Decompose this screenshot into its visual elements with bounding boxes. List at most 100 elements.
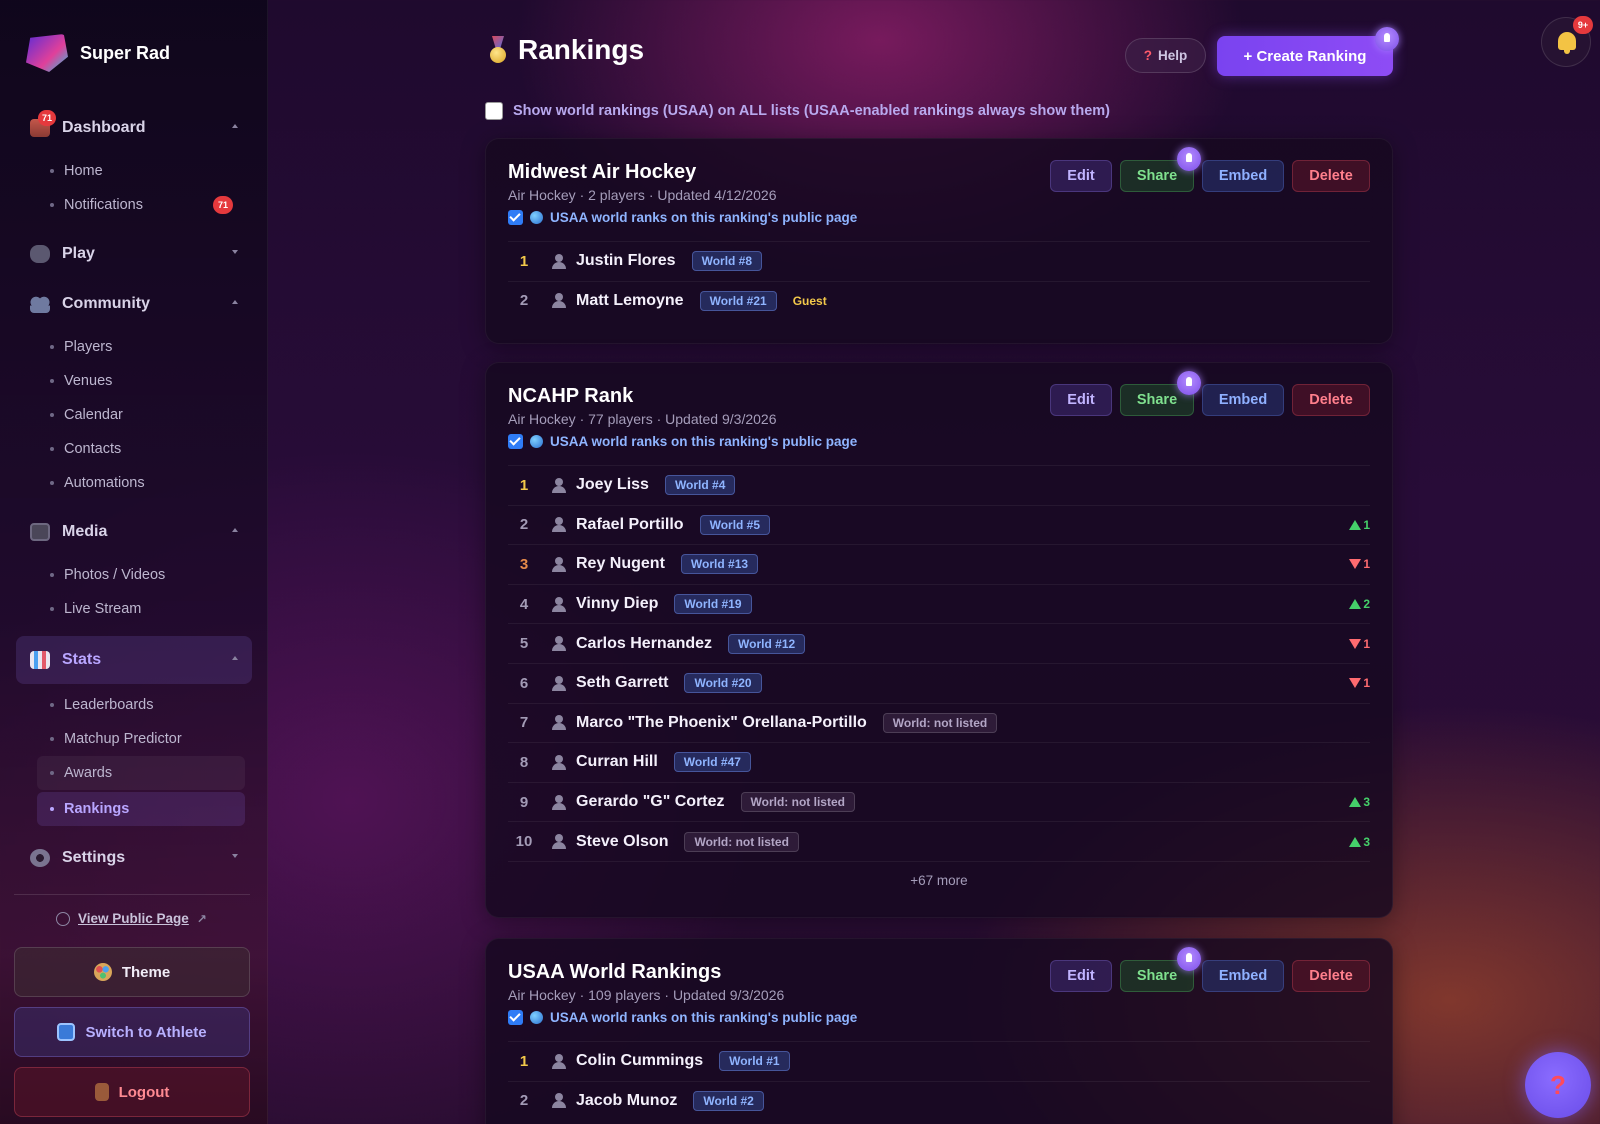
world-rank-badge: World #2 [693,1090,764,1111]
notifications-button[interactable]: 9+ [1541,16,1593,67]
sidebar-item-live-stream[interactable]: Live Stream [37,592,245,626]
ranking-row[interactable]: 8 Curran Hill World #47 [508,742,1370,782]
sidebar-item-contacts[interactable]: Contacts [37,432,245,466]
arrow-up-icon [1349,797,1362,808]
sidebar-item-label: Venues [64,373,113,389]
ranking-row[interactable]: 9 Gerardo "G" Cortez World: not listed 3 [508,781,1370,822]
rank-change-value: 1 [1363,517,1370,532]
palette-icon [93,963,112,981]
ranking-row[interactable]: 6 Seth Garrett World #20 1 [508,662,1370,703]
sidebar-item-players[interactable]: Players [37,330,245,364]
ranking-row[interactable]: 4 Vinny Diep World #19 2 [508,583,1370,624]
world-rankings-checkbox[interactable] [485,102,503,120]
delete-button[interactable]: Delete [1292,160,1370,192]
nav-group-media[interactable]: Media [16,510,252,554]
sidebar-item-label: Contacts [64,441,122,457]
nav-group-community[interactable]: Community [16,282,252,326]
help-fab-button[interactable]: ? [1525,1052,1591,1118]
rank-change-indicator: 3 [1349,795,1370,809]
sidebar-item-home[interactable]: Home [37,154,245,188]
rank-change-value: 1 [1363,676,1370,691]
sidebar-divider [14,894,250,895]
usaa-public-toggle[interactable]: USAA world ranks on this ranking's publi… [508,210,857,225]
rank-number: 1 [519,252,529,270]
user-icon [552,556,566,572]
sidebar-item-automations[interactable]: Automations [37,466,245,500]
edit-button[interactable]: Edit [1050,160,1112,192]
notifications-badge: 71 [213,196,233,214]
ranking-row[interactable]: 10 Steve Olson World: not listed 3 [508,821,1370,861]
ranking-row[interactable]: 7 Marco "The Phoenix" Orellana-Portillo Wo… [508,702,1370,743]
nav-group-stats[interactable]: Stats [16,636,252,684]
logout-button[interactable]: Logout [14,1067,250,1117]
sidebar-item-photos-videos[interactable]: Photos / Videos [37,558,245,592]
ranking-row[interactable]: 5 Carlos Hernandez World #12 1 [508,623,1370,663]
usaa-checkbox[interactable] [508,210,523,225]
theme-button[interactable]: Theme [14,947,250,997]
ranking-actions: Edit Share Embed Delete [1050,147,1370,192]
sidebar-item-label: Matchup Predictor [64,731,182,747]
world-rank-badge: World #47 [673,752,751,773]
edit-button[interactable]: Edit [1050,960,1112,992]
world-rank-badge: World #5 [699,514,771,535]
delete-button[interactable]: Delete [1292,960,1370,992]
ranking-title[interactable]: Midwest Air Hockey [508,161,696,184]
embed-button[interactable]: Embed [1202,384,1284,416]
embed-button[interactable]: Embed [1202,960,1284,992]
world-rankings-toggle-label: Show world rankings (USAA) on ALL lists … [513,103,1110,119]
embed-button[interactable]: Embed [1202,160,1284,192]
usaa-checkbox[interactable] [508,434,523,449]
create-ranking-button[interactable]: + Create Ranking [1217,36,1393,76]
ranking-row[interactable]: 2 Rafael Portillo World #5 1 [508,504,1370,545]
ranking-row[interactable]: 1 Colin Cummings World #1 [508,1041,1370,1081]
world-rank-badge: World: not listed [740,792,855,813]
sidebar-item-awards[interactable]: Awards [37,756,245,790]
share-button[interactable]: Share [1120,947,1201,992]
rank-number: 8 [519,753,529,771]
rank-number: 2 [519,1092,529,1110]
ranking-row[interactable]: 1 Justin Flores World #8 [508,241,1370,281]
help-label: Help [1157,48,1188,63]
nav-group-settings[interactable]: Settings [16,836,252,880]
rank-change-indicator: 2 [1349,597,1370,611]
nav-group-play[interactable]: Play [16,232,252,276]
rank-number: 1 [519,476,529,494]
player-name: Seth Garrett [576,674,669,692]
view-public-page-link[interactable]: View Public Page ↗ [56,911,207,926]
share-button[interactable]: Share [1120,147,1201,192]
help-button[interactable]: ? Help [1125,38,1206,73]
ranking-row[interactable]: 1 Joey Liss World #4 [508,465,1370,505]
sidebar-item-notifications[interactable]: Notifications 71 [37,188,245,222]
ranking-title[interactable]: NCAHP Rank [508,385,633,408]
pin-icon [1177,371,1201,395]
ranking-card-midwest-air-hockey: Midwest Air Hockey Air Hockey · 2 player… [485,138,1393,344]
brand[interactable]: Super Rad [26,34,170,72]
ranking-list: 1 Joey Liss World #4 2 Rafael Portillo World … [508,465,1370,899]
delete-button[interactable]: Delete [1292,384,1370,416]
show-more-link[interactable]: +67 more [508,860,1370,899]
edit-button[interactable]: Edit [1050,384,1112,416]
share-button[interactable]: Share [1120,371,1201,416]
usaa-checkbox[interactable] [508,1010,523,1025]
ranking-title[interactable]: USAA World Rankings [508,961,721,984]
sidebar-item-calendar[interactable]: Calendar [37,398,245,432]
world-rank-badge: World #20 [684,673,762,694]
ranking-row[interactable]: 2 Jacob Munoz World #2 [508,1080,1370,1121]
sidebar-item-leaderboards[interactable]: Leaderboards [37,688,245,722]
rank-number: 4 [519,595,529,613]
ranking-row[interactable]: 2 Matt Lemoyne World #21 Guest [508,280,1370,321]
ranking-row[interactable]: 3 Rey Nugent World #13 1 [508,544,1370,584]
rank-number: 1 [519,1052,529,1070]
world-rankings-toggle[interactable]: Show world rankings (USAA) on ALL lists … [485,102,1110,120]
sidebar-item-matchup-predictor[interactable]: Matchup Predictor [37,722,245,756]
sidebar-item-label: Awards [64,765,113,781]
ranking-meta: Air Hockey · 109 players · Updated 9/3/2… [508,987,785,1003]
user-icon [552,636,566,652]
nav-group-dashboard[interactable]: 71 Dashboard [16,106,252,150]
sidebar-item-rankings[interactable]: Rankings [37,792,245,826]
sidebar-item-venues[interactable]: Venues [37,364,245,398]
usaa-public-toggle[interactable]: USAA world ranks on this ranking's publi… [508,434,857,449]
usaa-public-toggle[interactable]: USAA world ranks on this ranking's publi… [508,1010,857,1025]
gear-icon [30,849,50,867]
switch-to-athlete-button[interactable]: Switch to Athlete [14,1007,250,1057]
